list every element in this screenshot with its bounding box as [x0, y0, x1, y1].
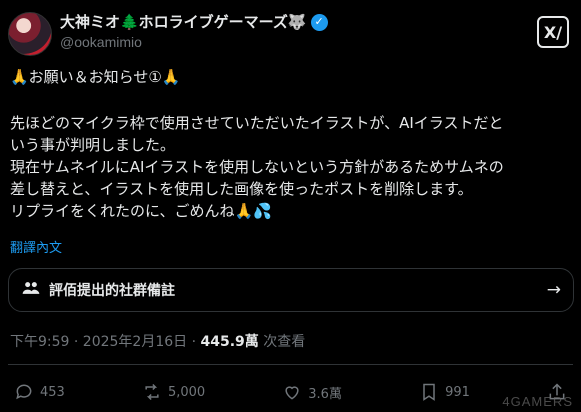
tweet-line: リプライをくれたのに、ごめんね🙏💦: [10, 202, 272, 220]
repost-button[interactable]: 5,000: [142, 382, 205, 402]
community-notes-label: 評佰提出的社群備註: [49, 283, 175, 299]
tweet-header: 大神ミオ🌲ホロライブゲーマーズ🐺 ✓ @ookamimio X/: [8, 10, 569, 60]
verified-badge-icon: ✓: [310, 13, 328, 31]
translate-link[interactable]: 翻譯內文: [10, 237, 62, 256]
bookmark-count: 991: [445, 384, 470, 400]
tweet-line: いう事が判明しました。: [10, 136, 176, 154]
like-count: 3.6萬: [308, 386, 342, 402]
x-logo-button[interactable]: X/: [537, 16, 569, 48]
tweet-meta: 下午9:59 · 2025年2月16日 · 445.9萬 次查看: [10, 331, 305, 351]
action-bar: 453 5,000 3.6萬 991: [14, 378, 567, 406]
avatar[interactable]: [8, 12, 52, 56]
timestamp[interactable]: 下午9:59 · 2025年2月16日 ·: [10, 334, 201, 350]
user-handle[interactable]: @ookamimio: [60, 32, 328, 52]
tweet-paragraph: 先ほどのマイクラ枠で使用させていただいたイラストが、AIイラストだと いう事が判…: [10, 112, 574, 222]
tweet-line: 差し替えと、イラストを使用した画像を使ったポストを削除します。: [10, 180, 473, 198]
bookmark-button[interactable]: 991: [419, 382, 470, 402]
user-names: 大神ミオ🌲ホロライブゲーマーズ🐺 ✓ @ookamimio: [60, 12, 328, 52]
tweet-line: 現在サムネイルにAIイラストを使用しないという方針があるためサムネの: [10, 158, 504, 176]
divider: [8, 364, 573, 365]
reply-count: 453: [40, 384, 65, 400]
display-name[interactable]: 大神ミオ🌲ホロライブゲーマーズ🐺 ✓: [60, 12, 328, 32]
repost-count: 5,000: [167, 384, 206, 400]
x-logo-icon: X/: [543, 22, 563, 42]
community-notes-icon: [21, 278, 43, 302]
like-button[interactable]: 3.6萬: [282, 382, 342, 402]
reply-button[interactable]: 453: [14, 382, 65, 402]
heart-icon: [285, 386, 299, 400]
views-count: 445.9萬: [200, 334, 259, 350]
views-label: 次查看: [258, 334, 306, 350]
arrow-right-icon: →: [546, 280, 561, 300]
display-name-text[interactable]: 大神ミオ🌲ホロライブゲーマーズ🐺: [60, 12, 307, 32]
community-notes-prompt[interactable]: 評佰提出的社群備註 →: [8, 268, 574, 312]
bookmark-icon: [423, 383, 435, 401]
tweet-body: 🙏お願い＆お知らせ①🙏 先ほどのマイクラ枠で使用させていただいたイラストが、AI…: [10, 64, 574, 222]
tweet-line: 先ほどのマイクラ枠で使用させていただいたイラストが、AIイラストだと: [10, 114, 504, 132]
watermark-logo: 4GAMERS: [502, 394, 573, 409]
reply-icon: [16, 384, 32, 400]
repost-icon: [145, 383, 159, 401]
tweet-first-line: 🙏お願い＆お知らせ①🙏: [10, 68, 181, 86]
